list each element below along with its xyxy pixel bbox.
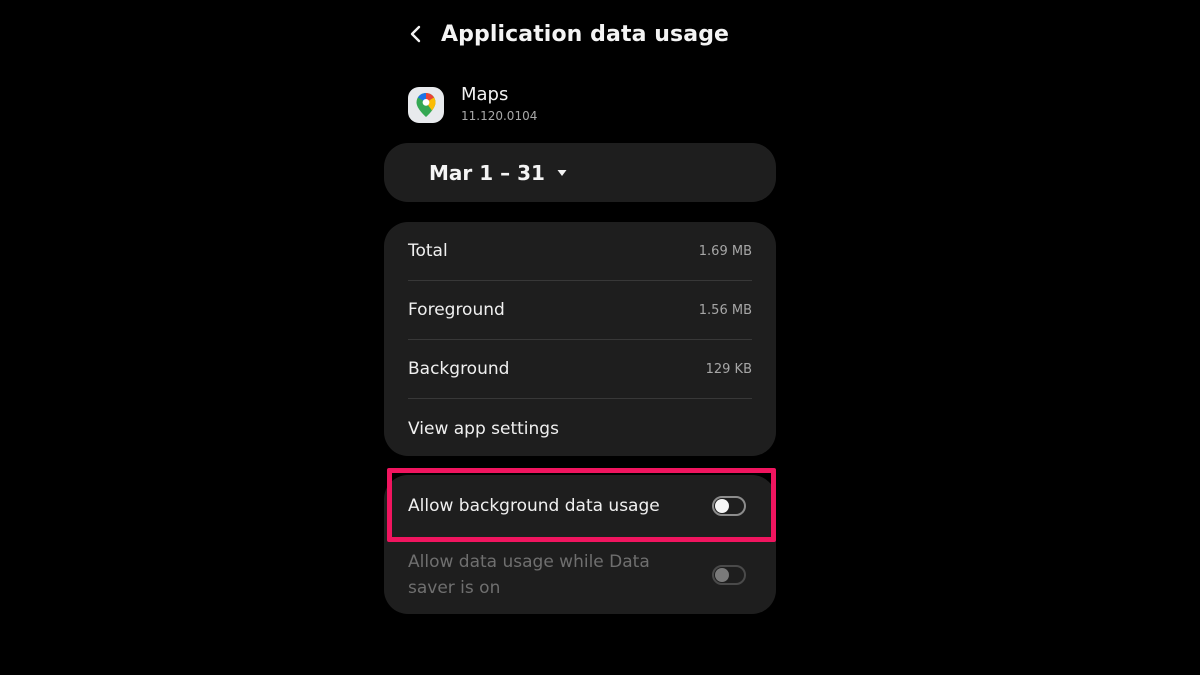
app-text: Maps 11.120.0104: [461, 84, 537, 123]
allow-data-saver-switch: [712, 565, 746, 585]
usage-value: 1.69 MB: [698, 243, 752, 259]
allow-background-data-label: Allow background data usage: [408, 495, 660, 516]
google-maps-pin-icon: [408, 87, 444, 123]
allow-data-saver-label: Allow data usage while Data saver is on: [408, 552, 650, 598]
usage-label: Foreground: [408, 300, 505, 320]
chevron-left-icon: [410, 25, 421, 43]
triangle-down-icon: [557, 169, 567, 177]
usage-row-background: Background 129 KB: [408, 340, 752, 399]
toggle-card: Allow background data usage Allow data u…: [384, 475, 776, 614]
switch-knob: [715, 498, 729, 513]
usage-value: 1.56 MB: [698, 302, 752, 318]
allow-data-saver-row: Allow data usage while Data saver is on: [384, 550, 776, 600]
app-info: Maps 11.120.0104: [408, 84, 537, 123]
view-app-settings-link[interactable]: View app settings: [408, 399, 752, 458]
usage-card: Total 1.69 MB Foreground 1.56 MB Backgro…: [384, 222, 776, 456]
back-button[interactable]: [400, 14, 432, 54]
switch-knob: [715, 568, 729, 582]
usage-label: Background: [408, 359, 510, 379]
allow-background-data-switch[interactable]: [712, 495, 746, 516]
usage-row-total: Total 1.69 MB: [408, 222, 752, 281]
date-range-label: Mar 1 – 31: [429, 160, 545, 185]
usage-row-foreground: Foreground 1.56 MB: [408, 281, 752, 340]
header: Application data usage: [400, 14, 780, 54]
date-range-selector[interactable]: Mar 1 – 31: [384, 143, 776, 202]
page-title: Application data usage: [441, 21, 730, 47]
app-data-usage-screen: Application data usage Maps 11.120.0104 …: [0, 0, 1200, 675]
view-app-settings-label: View app settings: [408, 418, 559, 439]
usage-label: Total: [408, 241, 448, 261]
app-name: Maps: [461, 84, 509, 105]
app-version: 11.120.0104: [461, 109, 538, 123]
allow-background-data-row[interactable]: Allow background data usage: [384, 475, 776, 536]
usage-value: 129 KB: [705, 361, 752, 377]
